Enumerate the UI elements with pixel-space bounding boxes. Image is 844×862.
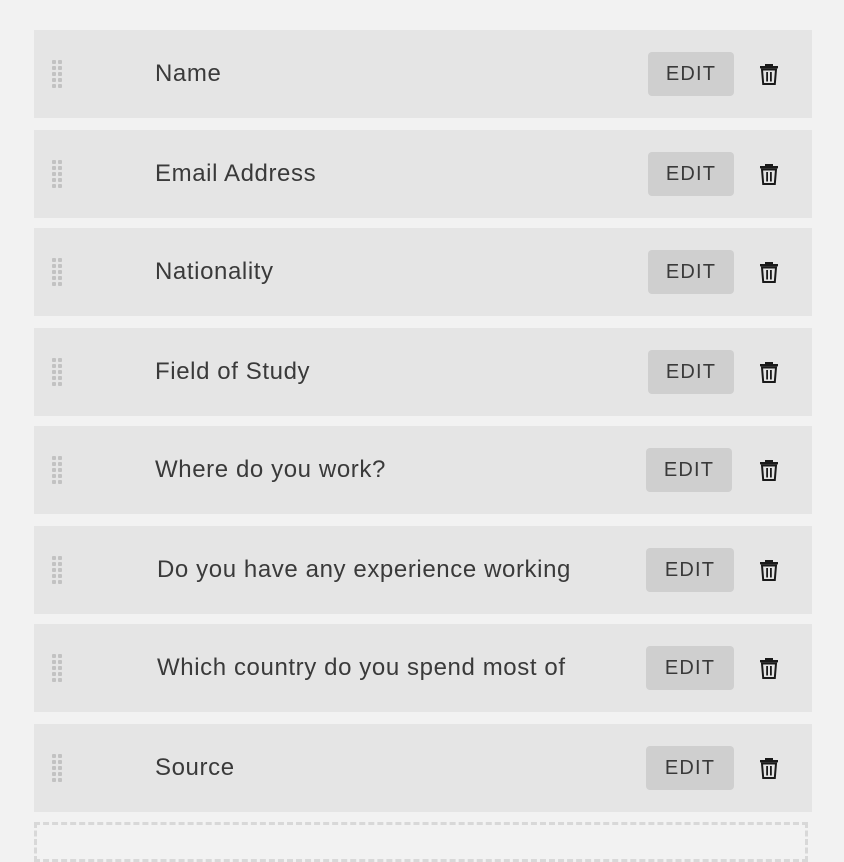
field-label: Email Address	[155, 160, 317, 187]
trash-icon[interactable]	[758, 360, 780, 384]
field-row-field-of-study: Field of Study EDIT	[34, 328, 812, 416]
field-row-where-do-you-work: Where do you work? EDIT	[34, 426, 812, 514]
field-row-name: Name EDIT	[34, 30, 812, 118]
drag-handle-icon[interactable]	[50, 358, 64, 386]
field-row-which-country: Which country do you spend most of EDIT	[34, 624, 812, 712]
trash-icon[interactable]	[758, 62, 780, 86]
edit-button[interactable]: EDIT	[648, 350, 734, 394]
drag-handle-icon[interactable]	[50, 754, 64, 782]
field-label: Field of Study	[155, 358, 311, 385]
edit-button[interactable]: EDIT	[646, 448, 732, 492]
field-label: Nationality	[155, 258, 274, 285]
add-field-dropzone[interactable]	[34, 822, 808, 862]
field-row-email-address: Email Address EDIT	[34, 130, 812, 218]
trash-icon[interactable]	[758, 656, 780, 680]
edit-button[interactable]: EDIT	[648, 152, 734, 196]
drag-handle-icon[interactable]	[50, 160, 64, 188]
drag-handle-icon[interactable]	[50, 258, 64, 286]
edit-button[interactable]: EDIT	[648, 52, 734, 96]
drag-handle-icon[interactable]	[50, 60, 64, 88]
trash-icon[interactable]	[758, 162, 780, 186]
edit-button[interactable]: EDIT	[646, 548, 734, 592]
drag-handle-icon[interactable]	[50, 556, 64, 584]
edit-button[interactable]: EDIT	[648, 250, 734, 294]
trash-icon[interactable]	[758, 756, 780, 780]
field-label: Source	[155, 754, 235, 781]
edit-button[interactable]: EDIT	[646, 646, 734, 690]
field-label: Which country do you spend most of	[157, 654, 566, 681]
field-label: Where do you work?	[155, 456, 386, 483]
trash-icon[interactable]	[758, 558, 780, 582]
field-row-source: Source EDIT	[34, 724, 812, 812]
edit-button[interactable]: EDIT	[646, 746, 734, 790]
field-label: Do you have any experience working	[157, 556, 571, 583]
drag-handle-icon[interactable]	[50, 456, 64, 484]
field-row-nationality: Nationality EDIT	[34, 228, 812, 316]
trash-icon[interactable]	[758, 458, 780, 482]
drag-handle-icon[interactable]	[50, 654, 64, 682]
field-label: Name	[155, 60, 222, 87]
trash-icon[interactable]	[758, 260, 780, 284]
field-row-experience-working: Do you have any experience working EDIT	[34, 526, 812, 614]
